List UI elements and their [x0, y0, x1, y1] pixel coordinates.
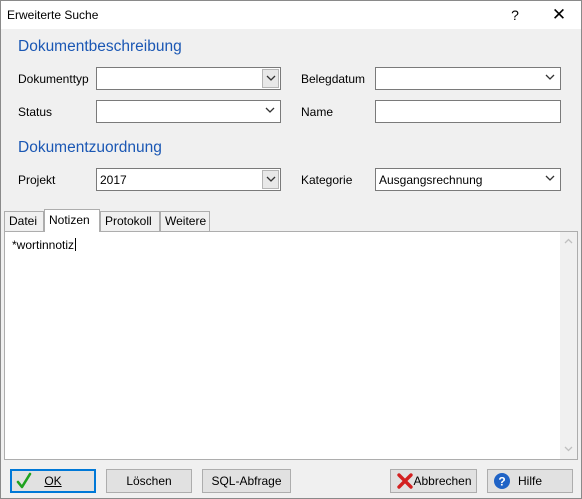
- tab-protokoll[interactable]: Protokoll: [100, 211, 160, 231]
- dokumenttyp-combo[interactable]: [96, 67, 281, 90]
- dokumenttyp-label: Dokumenttyp: [18, 72, 89, 86]
- belegdatum-dropdown-button[interactable]: [542, 69, 559, 88]
- dokumenttyp-dropdown-button[interactable]: [262, 69, 279, 88]
- notes-value: *wortinnotiz: [12, 238, 75, 252]
- chevron-down-icon: [545, 175, 555, 181]
- abbrechen-button[interactable]: Abbrechen: [390, 469, 477, 493]
- scroll-up-icon[interactable]: [564, 238, 573, 244]
- ok-button[interactable]: OK: [10, 469, 96, 493]
- loeschen-label: Löschen: [126, 474, 172, 488]
- hilfe-button[interactable]: ? Hilfe: [487, 469, 573, 493]
- notes-text: *wortinnotiz: [12, 238, 77, 252]
- belegdatum-combo[interactable]: [375, 67, 561, 90]
- projekt-value: 2017: [100, 173, 127, 187]
- red-x-icon: [397, 473, 413, 489]
- tab-notizen[interactable]: Notizen: [44, 209, 100, 232]
- notes-textarea[interactable]: *wortinnotiz: [4, 231, 578, 460]
- hilfe-label: Hilfe: [517, 474, 542, 488]
- projekt-dropdown-button[interactable]: [262, 170, 279, 189]
- loeschen-button[interactable]: Löschen: [106, 469, 192, 493]
- projekt-label: Projekt: [18, 173, 56, 187]
- name-input[interactable]: [375, 100, 561, 123]
- blue-question-icon: ?: [494, 473, 510, 489]
- notes-scrollbar[interactable]: [560, 232, 577, 459]
- chevron-down-icon: [266, 176, 276, 182]
- projekt-combo[interactable]: 2017: [96, 168, 281, 191]
- section-title-description: Dokumentbeschreibung: [18, 38, 182, 55]
- abbrechen-label: Abbrechen: [413, 474, 472, 488]
- scroll-down-icon[interactable]: [564, 446, 573, 452]
- help-title-button[interactable]: ?: [493, 1, 537, 29]
- status-dropdown-button[interactable]: [262, 102, 279, 121]
- sql-abfrage-label: SQL-Abfrage: [211, 474, 282, 488]
- chevron-down-icon: [545, 74, 555, 80]
- chevron-down-icon: [265, 107, 275, 113]
- belegdatum-label: Belegdatum: [301, 72, 366, 86]
- ok-label: OK: [44, 474, 62, 488]
- text-caret: [75, 238, 77, 251]
- section-title-assignment: Dokumentzuordnung: [18, 139, 162, 156]
- search-dialog: Erweiterte Suche ? ✕ Dokumentbeschreibun…: [0, 0, 582, 499]
- svg-text:?: ?: [498, 475, 505, 489]
- kategorie-combo[interactable]: Ausgangsrechnung: [375, 168, 561, 191]
- title-bar: Erweiterte Suche ? ✕: [1, 1, 581, 29]
- chevron-down-icon: [266, 75, 276, 81]
- kategorie-dropdown-button[interactable]: [542, 170, 559, 189]
- kategorie-label: Kategorie: [301, 173, 353, 187]
- status-combo[interactable]: [96, 100, 281, 123]
- sql-abfrage-button[interactable]: SQL-Abfrage: [202, 469, 291, 493]
- kategorie-value: Ausgangsrechnung: [379, 173, 483, 187]
- status-label: Status: [18, 105, 53, 119]
- name-label: Name: [301, 105, 334, 119]
- window-title: Erweiterte Suche: [7, 8, 99, 22]
- close-button[interactable]: ✕: [537, 1, 581, 29]
- tab-weitere[interactable]: Weitere: [160, 211, 210, 231]
- green-checkmark-icon: [16, 472, 32, 489]
- tab-datei[interactable]: Datei: [4, 211, 44, 231]
